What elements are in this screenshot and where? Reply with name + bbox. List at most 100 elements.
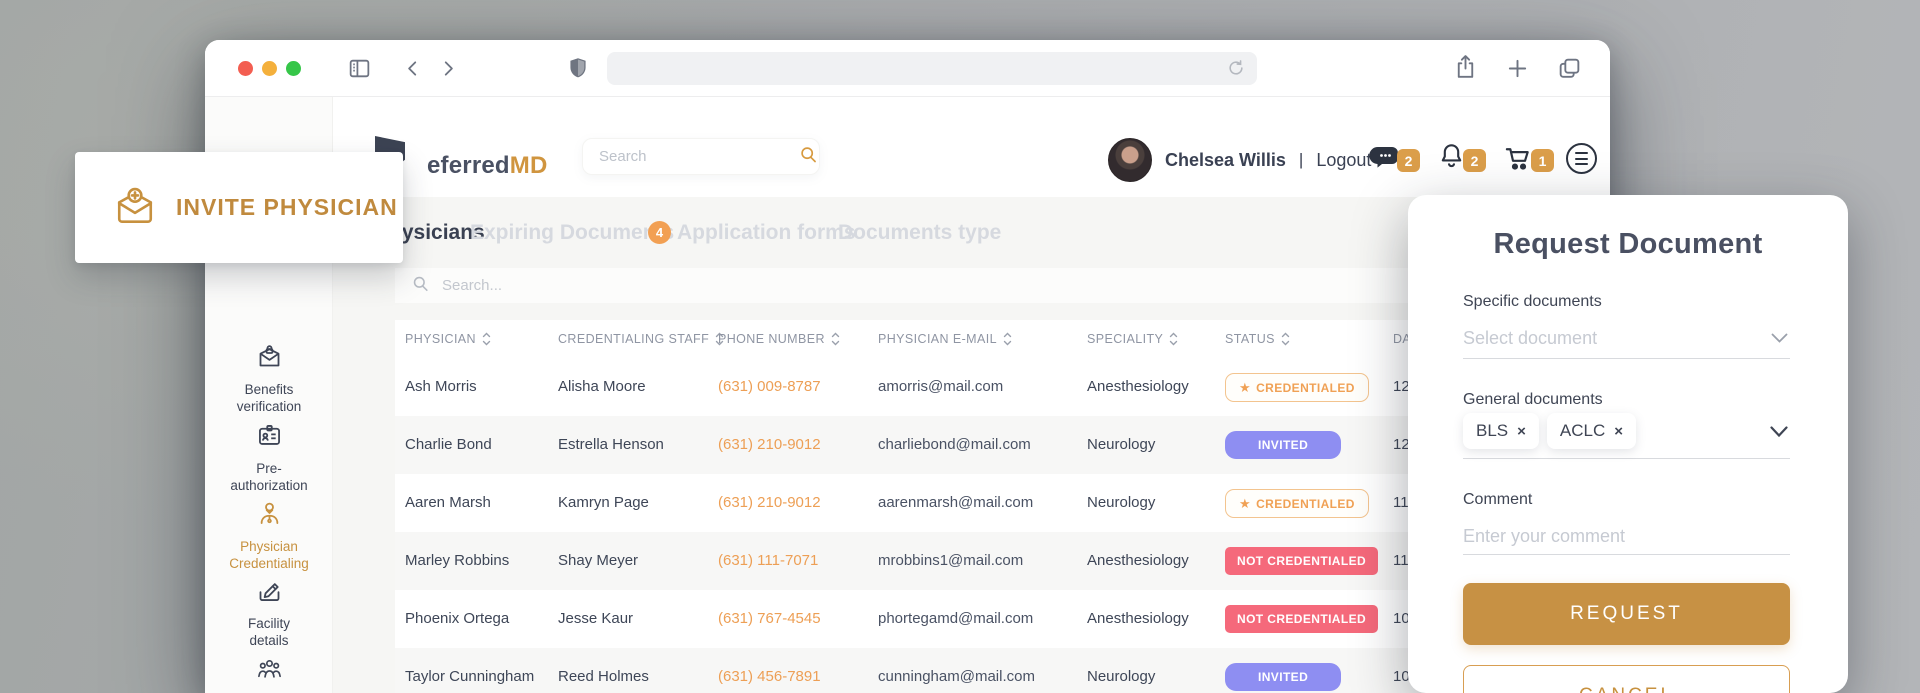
status-badge: ★CREDENTIALED [1225,489,1369,518]
office-staff-icon [255,655,284,687]
general-documents-select[interactable]: BLS× ACLC× [1463,411,1790,459]
star-icon: ★ [1239,496,1251,511]
notifications-bell-icon[interactable] [1438,142,1465,176]
sidebar-item-physician-credentialing[interactable]: Physician Credentialing [205,500,333,572]
cell-staff: Reed Holmes [558,648,649,693]
cell-staff: Kamryn Page [558,474,649,532]
chip-aclc[interactable]: ACLC× [1547,413,1636,449]
cancel-button[interactable]: CANCEL [1463,665,1790,693]
tab-documents-type[interactable]: Documents type [838,212,1001,254]
cell-phone[interactable]: (631) 111-7071 [718,532,818,590]
cell-staff: Shay Meyer [558,532,638,590]
traffic-lights [238,61,301,76]
user-name: Chelsea Willis [1165,150,1286,171]
specific-documents-label: Specific documents [1463,293,1602,311]
invite-envelope-icon [112,184,158,231]
logo-text: eferred [427,152,510,179]
cell-status: NOT CREDENTIALED [1225,590,1378,648]
request-button[interactable]: REQUEST [1463,583,1790,645]
id-card-icon [256,422,283,454]
cell-email: phortegamd@mail.com [878,590,1033,648]
cart-icon[interactable] [1504,144,1534,178]
tab-overview-icon[interactable] [1557,56,1582,81]
logout-link[interactable]: Logout [1316,150,1371,171]
col-phone-number: PHONE NUMBER [718,332,825,346]
request-document-panel: Request Document Specific documents Sele… [1408,195,1848,693]
chip-bls[interactable]: BLS× [1463,413,1539,449]
remove-chip-icon[interactable]: × [1614,423,1623,440]
menu-circle-icon[interactable] [1566,143,1597,174]
header-search [582,138,820,175]
sort-icon[interactable] [1169,332,1178,346]
refresh-icon[interactable] [1226,58,1246,78]
cell-speciality: Anesthesiology [1087,358,1189,416]
comment-field[interactable] [1463,519,1790,555]
chevron-down-icon[interactable] [1770,425,1788,443]
screenshot-stage: eferredMD Chelsea Willis | Logout 2 2 1 [0,0,1920,693]
sidebar-item-facility-details[interactable]: Facility details [205,577,333,649]
close-window-button[interactable] [238,61,253,76]
cell-speciality: Neurology [1087,648,1155,693]
sort-icon[interactable] [831,332,840,346]
sort-icon[interactable] [1281,332,1290,346]
sort-icon[interactable] [482,332,491,346]
sidebar-item-benefits-verification[interactable]: Benefits verification [205,343,333,415]
app-logo: eferredMD [427,144,548,188]
cell-staff: Alisha Moore [558,358,646,416]
avatar[interactable] [1108,138,1152,182]
status-badge: ★CREDENTIALED [1225,373,1369,402]
address-bar[interactable] [607,52,1257,85]
physician-icon [256,500,283,532]
cell-phone[interactable]: (631) 210-9012 [718,416,821,474]
remove-chip-icon[interactable]: × [1517,423,1526,440]
chevron-down-icon[interactable] [1771,331,1788,349]
logo-accent-text: MD [510,152,548,179]
comment-label: Comment [1463,491,1532,509]
select-document-placeholder: Select document [1463,328,1597,348]
cell-physician: Charlie Bond [405,416,492,474]
col-physician: PHYSICIAN [405,332,476,346]
status-badge: NOT CREDENTIALED [1225,547,1378,575]
minimize-window-button[interactable] [262,61,277,76]
sidebar-toggle-icon[interactable] [347,56,372,81]
col-status: STATUS [1225,332,1275,346]
messages-badge: 2 [1397,149,1420,172]
cell-speciality: Anesthesiology [1087,590,1189,648]
cell-status: ★CREDENTIALED [1225,474,1369,532]
cell-phone[interactable]: (631) 767-4545 [718,590,821,648]
cell-email: cunningham@mail.com [878,648,1035,693]
cell-email: mrobbins1@mail.com [878,532,1023,590]
panel-title: Request Document [1408,228,1848,261]
cell-email: amorris@mail.com [878,358,1003,416]
col-speciality: SPECIALITY [1087,332,1163,346]
col-physician-email: PHYSICIAN E-MAIL [878,332,997,346]
user-divider: | [1299,150,1303,170]
invite-physician-button[interactable]: INVITE PHYSICIAN [75,152,403,263]
cell-phone[interactable]: (631) 456-7891 [718,648,821,693]
cell-speciality: Neurology [1087,474,1155,532]
sidebar-item-office-staff[interactable]: Office staff [205,655,333,693]
tab-expiring-documents[interactable]: Expiring Documents [470,212,674,254]
tab-application-forms[interactable]: Application forms [677,212,856,254]
cell-status: INVITED [1225,416,1341,474]
sort-icon[interactable] [1003,332,1012,346]
forward-button-icon[interactable] [437,58,458,79]
browser-toolbar [205,40,1610,97]
benefits-envelope-icon [256,343,283,375]
cell-phone[interactable]: (631) 210-9012 [718,474,821,532]
specific-documents-select[interactable]: Select document [1463,321,1790,359]
privacy-shield-icon[interactable] [565,55,591,81]
header-search-input[interactable] [599,148,798,165]
cell-status: NOT CREDENTIALED [1225,532,1378,590]
cell-phone[interactable]: (631) 009-8787 [718,358,821,416]
new-tab-icon[interactable] [1506,57,1529,80]
share-icon[interactable] [1453,54,1478,81]
sidebar-item-pre-authorization[interactable]: Pre- authorization [205,422,333,494]
back-button-icon[interactable] [403,58,424,79]
cell-physician: Phoenix Ortega [405,590,509,648]
search-icon[interactable] [798,144,819,170]
expiring-documents-badge: 4 [648,221,671,244]
comment-input[interactable] [1463,519,1753,553]
facility-icon [256,577,283,609]
zoom-window-button[interactable] [286,61,301,76]
